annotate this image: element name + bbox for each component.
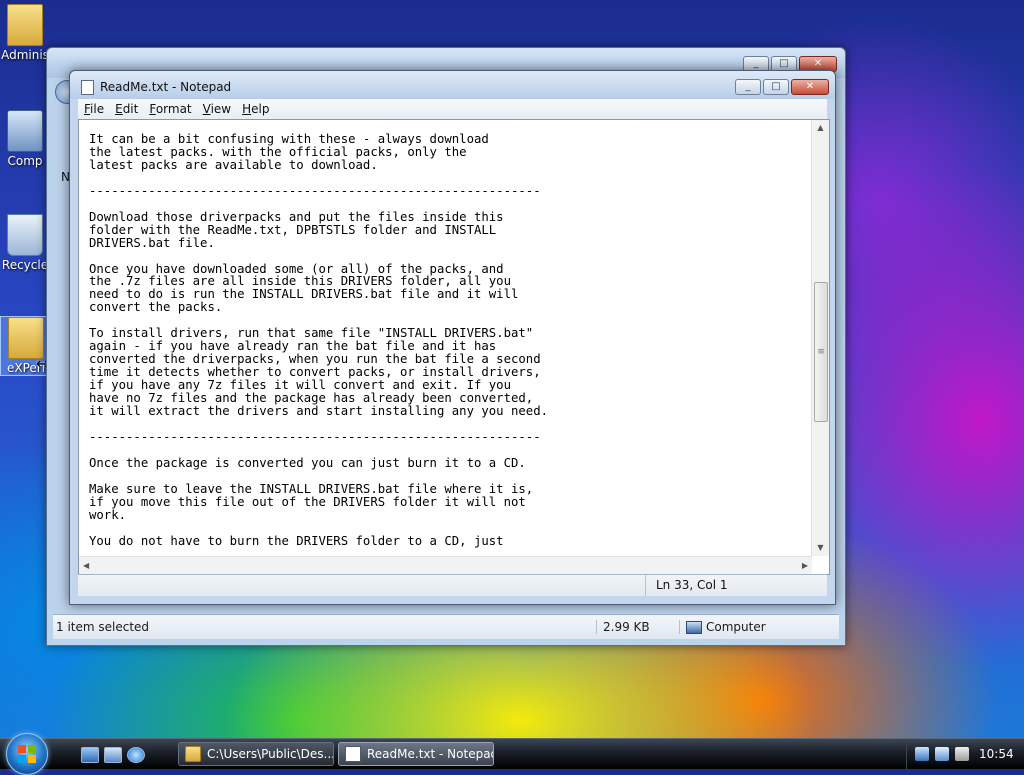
switch-windows-icon[interactable] (104, 747, 122, 763)
window-title: ReadMe.txt - Notepad (100, 80, 232, 94)
taskbar-button-label: ReadMe.txt - Notepad (367, 747, 494, 761)
location-status: Computer (679, 620, 766, 634)
notepad-caption-buttons: _ □ ✕ (735, 79, 829, 95)
size-status: 2.99 KB (596, 620, 679, 634)
volume-muted-icon[interactable] (955, 747, 969, 761)
desktop-icon-computer[interactable]: Comp (0, 110, 50, 168)
menu-label: ile (90, 102, 105, 116)
maximize-button[interactable]: □ (763, 79, 789, 95)
horizontal-scrollbar[interactable]: ◀ ▶ (79, 556, 812, 574)
cursor-position: Ln 33, Col 1 (645, 575, 826, 596)
computer-icon (7, 110, 43, 152)
desktop-icon-administrator[interactable]: Adminis (0, 4, 50, 62)
folder-icon (7, 4, 43, 46)
desktop-icon-label: Adminis (1, 48, 49, 62)
taskbar: C:\Users\Public\Des... ReadMe.txt - Note… (0, 733, 1024, 775)
desktop-icon-recycle-bin[interactable]: Recycle (0, 214, 50, 272)
notepad-window[interactable]: ReadMe.txt - Notepad _ □ ✕ File Edit For… (69, 70, 836, 605)
menu-label: iew (210, 102, 232, 116)
system-tray: 10:54 (906, 739, 1024, 769)
notepad-icon (345, 746, 361, 762)
notepad-statusbar: Ln 33, Col 1 (78, 574, 827, 596)
desktop-icon-label: Recycle (1, 258, 49, 272)
menu-label: dit (122, 102, 139, 116)
menu-label: ormat (155, 102, 192, 116)
scroll-left-arrow-icon[interactable]: ◀ (83, 557, 89, 574)
folder-icon (8, 317, 44, 359)
taskbar-explorer-button[interactable]: C:\Users\Public\Des... (178, 742, 334, 766)
taskbar-notepad-button[interactable]: ReadMe.txt - Notepad (338, 742, 494, 766)
internet-explorer-icon[interactable] (127, 747, 145, 763)
menu-bar: File Edit Format View Help (78, 99, 827, 119)
taskbar-button-label: C:\Users\Public\Des... (207, 747, 334, 761)
start-button[interactable] (6, 733, 48, 775)
menu-view[interactable]: View (197, 102, 236, 116)
explorer-statusbar: 1 item selected 2.99 KB Computer (53, 614, 839, 639)
menu-label: elp (251, 102, 270, 116)
recycle-bin-icon (7, 214, 43, 256)
show-desktop-icon[interactable] (81, 747, 99, 763)
menu-format[interactable]: Format (143, 102, 196, 116)
menu-accel: E (115, 102, 123, 116)
network-icon[interactable] (935, 747, 949, 761)
scroll-right-arrow-icon[interactable]: ▶ (802, 557, 808, 574)
security-center-icon[interactable] (915, 747, 929, 761)
menu-file[interactable]: File (78, 102, 109, 116)
vertical-scroll-thumb[interactable]: ≡ (814, 282, 828, 423)
text-editor[interactable]: It can be a bit confusing with these - a… (78, 119, 830, 575)
selection-status: 1 item selected (56, 620, 150, 634)
menu-accel: H (242, 102, 252, 116)
notepad-icon (81, 80, 94, 95)
clock[interactable]: 10:54 (979, 747, 1014, 761)
menu-accel: V (202, 102, 211, 116)
desktop-icon-label: Comp (7, 154, 43, 168)
menu-help[interactable]: Help (236, 102, 274, 116)
vertical-scrollbar[interactable]: ▲ ≡ ▼ (811, 120, 829, 556)
scroll-up-arrow-icon[interactable]: ▲ (812, 120, 829, 136)
windows-logo-icon (18, 745, 36, 763)
minimize-button[interactable]: _ (735, 79, 761, 95)
document-text[interactable]: It can be a bit confusing with these - a… (89, 133, 807, 553)
notepad-titlebar[interactable]: ReadMe.txt - Notepad (70, 71, 835, 99)
location-label: Computer (706, 620, 766, 634)
scroll-down-arrow-icon[interactable]: ▼ (812, 540, 829, 556)
close-button[interactable]: ✕ (791, 79, 829, 95)
folder-icon (185, 746, 201, 762)
menu-edit[interactable]: Edit (109, 102, 143, 116)
computer-icon (686, 620, 702, 634)
